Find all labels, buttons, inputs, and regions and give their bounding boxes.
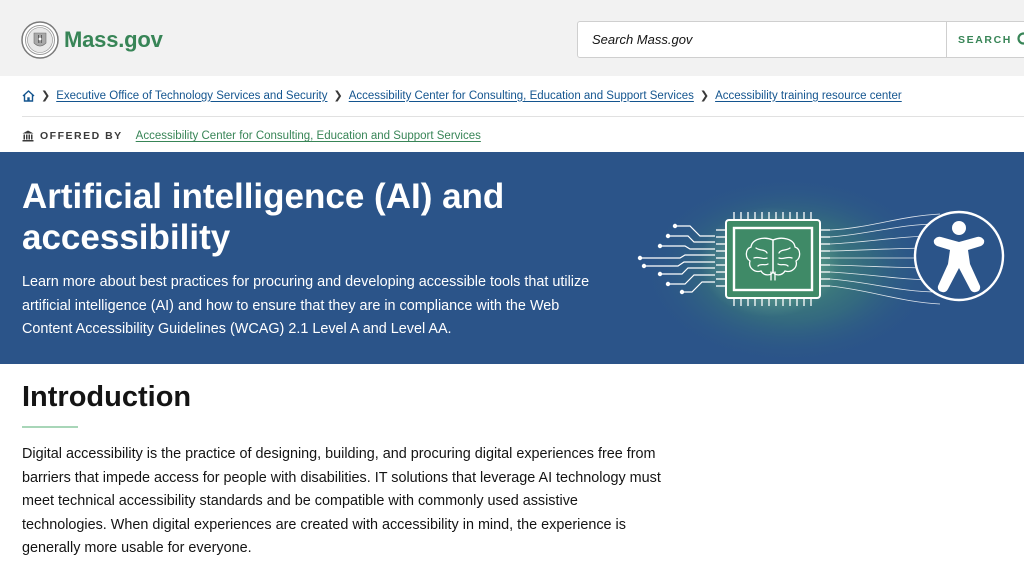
home-icon — [22, 89, 35, 102]
heading-underline — [22, 426, 78, 428]
accessibility-person-icon — [913, 210, 1005, 302]
home-link[interactable] — [22, 89, 35, 102]
mass-gov-logo-link[interactable]: Mass.gov — [21, 21, 163, 59]
breadcrumb-link-eotss[interactable]: Executive Office of Technology Services … — [56, 90, 327, 102]
offered-by-label: OFFERED BY — [40, 130, 123, 142]
logo-text: Mass.gov — [64, 27, 163, 52]
chevron-right-icon: ❯ — [333, 90, 343, 102]
chevron-right-icon: ❯ — [699, 90, 710, 102]
search-icon — [1017, 31, 1024, 45]
introduction-heading: Introduction — [22, 381, 192, 413]
breadcrumb-link-accessibility-center[interactable]: Accessibility Center for Consulting, Edu… — [349, 90, 694, 102]
introduction-paragraph: Digital accessibility is the practice of… — [22, 446, 661, 556]
page-description: Learn more about best practices for proc… — [22, 274, 590, 337]
breadcrumb: ❯ Executive Office of Technology Service… — [22, 89, 902, 102]
divider — [22, 116, 1024, 117]
breadcrumb-link-training-center[interactable]: Accessibility training resource center — [715, 90, 902, 102]
offered-by: OFFERED BY Accessibility Center for Cons… — [22, 130, 481, 142]
search-button-label: SEARCH — [958, 33, 1012, 46]
ai-chip-brain-illustration — [637, 175, 1005, 364]
search-form: SEARCH — [577, 21, 1024, 58]
offered-by-org-link[interactable]: Accessibility Center for Consulting, Edu… — [136, 130, 481, 142]
chevron-right-icon: ❯ — [41, 90, 51, 102]
hero-banner: Artificial intelligence (AI) and accessi… — [0, 152, 1024, 364]
site-header: Mass.gov SEARCH — [0, 0, 1024, 76]
page-title: Artificial intelligence (AI) and accessi… — [22, 177, 505, 257]
building-icon — [22, 130, 34, 142]
state-seal-icon — [21, 21, 59, 59]
search-input[interactable] — [578, 22, 946, 57]
search-button[interactable]: SEARCH — [946, 22, 1024, 57]
